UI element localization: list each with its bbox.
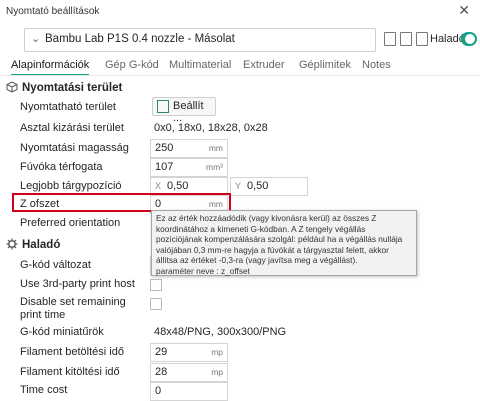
third-party-host-checkbox[interactable] xyxy=(150,279,162,291)
tab-divider xyxy=(0,75,480,76)
gcode-flavor-label: G-kód változat xyxy=(20,259,91,271)
filament-unload-time-unit: mp xyxy=(211,367,223,377)
best-position-y-field[interactable]: Y 0,50 xyxy=(230,177,308,196)
chevron-down-icon: ⌄ xyxy=(31,33,41,45)
section-title: Nyomtatási terület xyxy=(22,82,123,94)
nozzle-volume-value: 107 xyxy=(155,161,174,173)
bed-exclude-value[interactable]: 0x0, 18x0, 18x28, 0x28 xyxy=(154,122,268,134)
time-cost-field[interactable]: 0 xyxy=(150,382,228,401)
nozzle-volume-label: Fúvóka térfogata xyxy=(20,161,103,173)
preferred-orientation-label: Preferred orientation xyxy=(20,217,121,229)
print-height-unit: mm xyxy=(208,143,223,153)
nozzle-volume-field[interactable]: 107 mm³ xyxy=(150,158,228,177)
tab-bar: Alapinformációk Gép G-kód Multimaterial … xyxy=(0,55,480,76)
disable-remaining-time-checkbox[interactable] xyxy=(150,298,162,310)
rename-icon[interactable] xyxy=(400,32,412,46)
x-value: 0,50 xyxy=(167,180,189,192)
section-title: Haladó xyxy=(22,239,61,251)
tab-basic-info[interactable]: Alapinformációk xyxy=(11,59,90,76)
print-height-label: Nyomtatási magasság xyxy=(20,142,129,154)
advanced-toggle[interactable] xyxy=(461,32,477,46)
printable-area-setup-button[interactable]: Beállít ... xyxy=(152,97,216,124)
print-height-value: 250 xyxy=(155,142,174,154)
disable-remaining-time-label: Disable set remaining print time xyxy=(20,296,126,321)
save-icon[interactable] xyxy=(384,32,396,46)
third-party-host-label: Use 3rd-party print host xyxy=(20,278,135,290)
x-label: X xyxy=(155,181,162,191)
setup-button-label: Beállít ... xyxy=(173,100,204,124)
filament-unload-time-value: 28 xyxy=(155,366,168,378)
tooltip-param: paraméter neve : z_offset xyxy=(156,265,250,276)
bed-icon xyxy=(157,100,169,113)
time-cost-value: 0 xyxy=(155,385,162,397)
tab-multimaterial[interactable]: Multimaterial xyxy=(169,59,231,71)
preset-name: Bambu Lab P1S 0.4 nozzle - Másolat xyxy=(45,33,235,45)
z-offset-tooltip: Ez az érték hozzáadódik (vagy kivonásra … xyxy=(151,210,417,276)
preset-select[interactable]: ⌄ Bambu Lab P1S 0.4 nozzle - Másolat xyxy=(24,28,376,52)
bed-exclude-label: Asztal kizárási terület xyxy=(20,122,124,134)
tab-machine-gcode[interactable]: Gép G-kód xyxy=(105,59,159,71)
nozzle-volume-unit: mm³ xyxy=(206,162,223,172)
tooltip-text: Ez az érték hozzáadódik (vagy kivonásra … xyxy=(156,213,403,265)
printable-area-label: Nyomtatható terület xyxy=(20,101,116,113)
time-cost-label: Time cost xyxy=(20,384,68,396)
filament-unload-time-label: Filament kitöltési idő xyxy=(20,366,120,378)
tab-notes[interactable]: Notes xyxy=(362,59,391,71)
section-advanced: Haladó xyxy=(6,238,60,251)
cube-icon xyxy=(6,81,18,93)
y-label: Y xyxy=(235,181,242,191)
tab-extruder[interactable]: Extruder xyxy=(243,59,285,71)
delete-icon[interactable] xyxy=(416,32,428,46)
section-printable-space: Nyomtatási terület xyxy=(6,81,122,94)
y-value: 0,50 xyxy=(247,180,269,192)
gear-icon xyxy=(6,238,18,250)
close-icon[interactable]: ✕ xyxy=(458,2,470,19)
filament-load-time-label: Filament betöltési idő xyxy=(20,346,124,358)
filament-load-time-unit: mp xyxy=(211,347,223,357)
print-height-field[interactable]: 250 mm xyxy=(150,139,228,158)
gcode-thumbnails-value[interactable]: 48x48/PNG, 300x300/PNG xyxy=(154,326,286,338)
title-bar: Nyomtató beállítások ✕ xyxy=(0,0,480,22)
best-position-label: Legjobb tárgypozíció xyxy=(20,180,122,192)
window-title: Nyomtató beállítások xyxy=(6,6,100,17)
filament-load-time-value: 29 xyxy=(155,346,168,358)
tab-machine-limits[interactable]: Géplimitek xyxy=(299,59,351,71)
filament-load-time-field[interactable]: 29 mp xyxy=(150,343,228,362)
advanced-label: Haladó xyxy=(430,33,465,45)
filament-unload-time-field[interactable]: 28 mp xyxy=(150,363,228,382)
gcode-thumbnails-label: G-kód miniatűrök xyxy=(20,326,104,338)
